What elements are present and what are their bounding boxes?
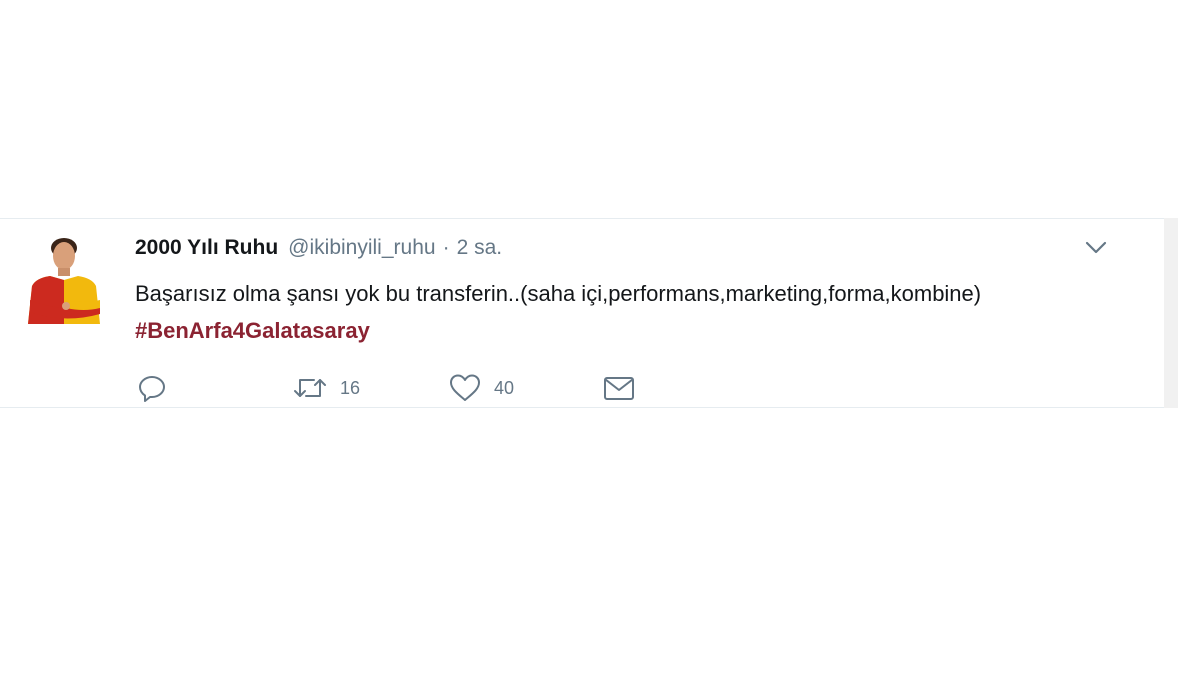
tweet-menu-button[interactable] — [1084, 240, 1108, 256]
like-button[interactable]: 40 — [448, 372, 514, 404]
tweet-header: 2000 Yılı Ruhu @ikibinyili_ruhu · 2 sa. — [135, 236, 502, 264]
tweet-text: Başarısız olma şansı yok bu transferin..… — [135, 275, 1035, 349]
like-count: 40 — [494, 377, 515, 398]
retweet-button[interactable]: 16 — [292, 372, 360, 404]
reply-icon — [139, 376, 165, 402]
scrollbar[interactable] — [1164, 218, 1178, 408]
tweet-timestamp[interactable]: 2 sa. — [457, 236, 503, 260]
retweet-icon — [294, 379, 326, 397]
display-name[interactable]: 2000 Yılı Ruhu — [135, 236, 278, 260]
reply-button[interactable] — [136, 372, 168, 404]
direct-message-button[interactable] — [602, 372, 636, 404]
hashtag-link[interactable]: #BenArfa4Galatasaray — [135, 318, 370, 343]
avatar-icon — [28, 238, 100, 324]
user-handle[interactable]: @ikibinyili_ruhu — [288, 236, 435, 260]
retweet-count: 16 — [340, 377, 361, 398]
separator-dot: · — [442, 236, 450, 259]
heart-icon — [450, 374, 480, 401]
avatar[interactable] — [26, 234, 102, 330]
tweet-body: Başarısız olma şansı yok bu transferin..… — [135, 281, 982, 306]
chevron-down-icon — [1085, 241, 1107, 254]
envelope-icon — [604, 377, 634, 400]
